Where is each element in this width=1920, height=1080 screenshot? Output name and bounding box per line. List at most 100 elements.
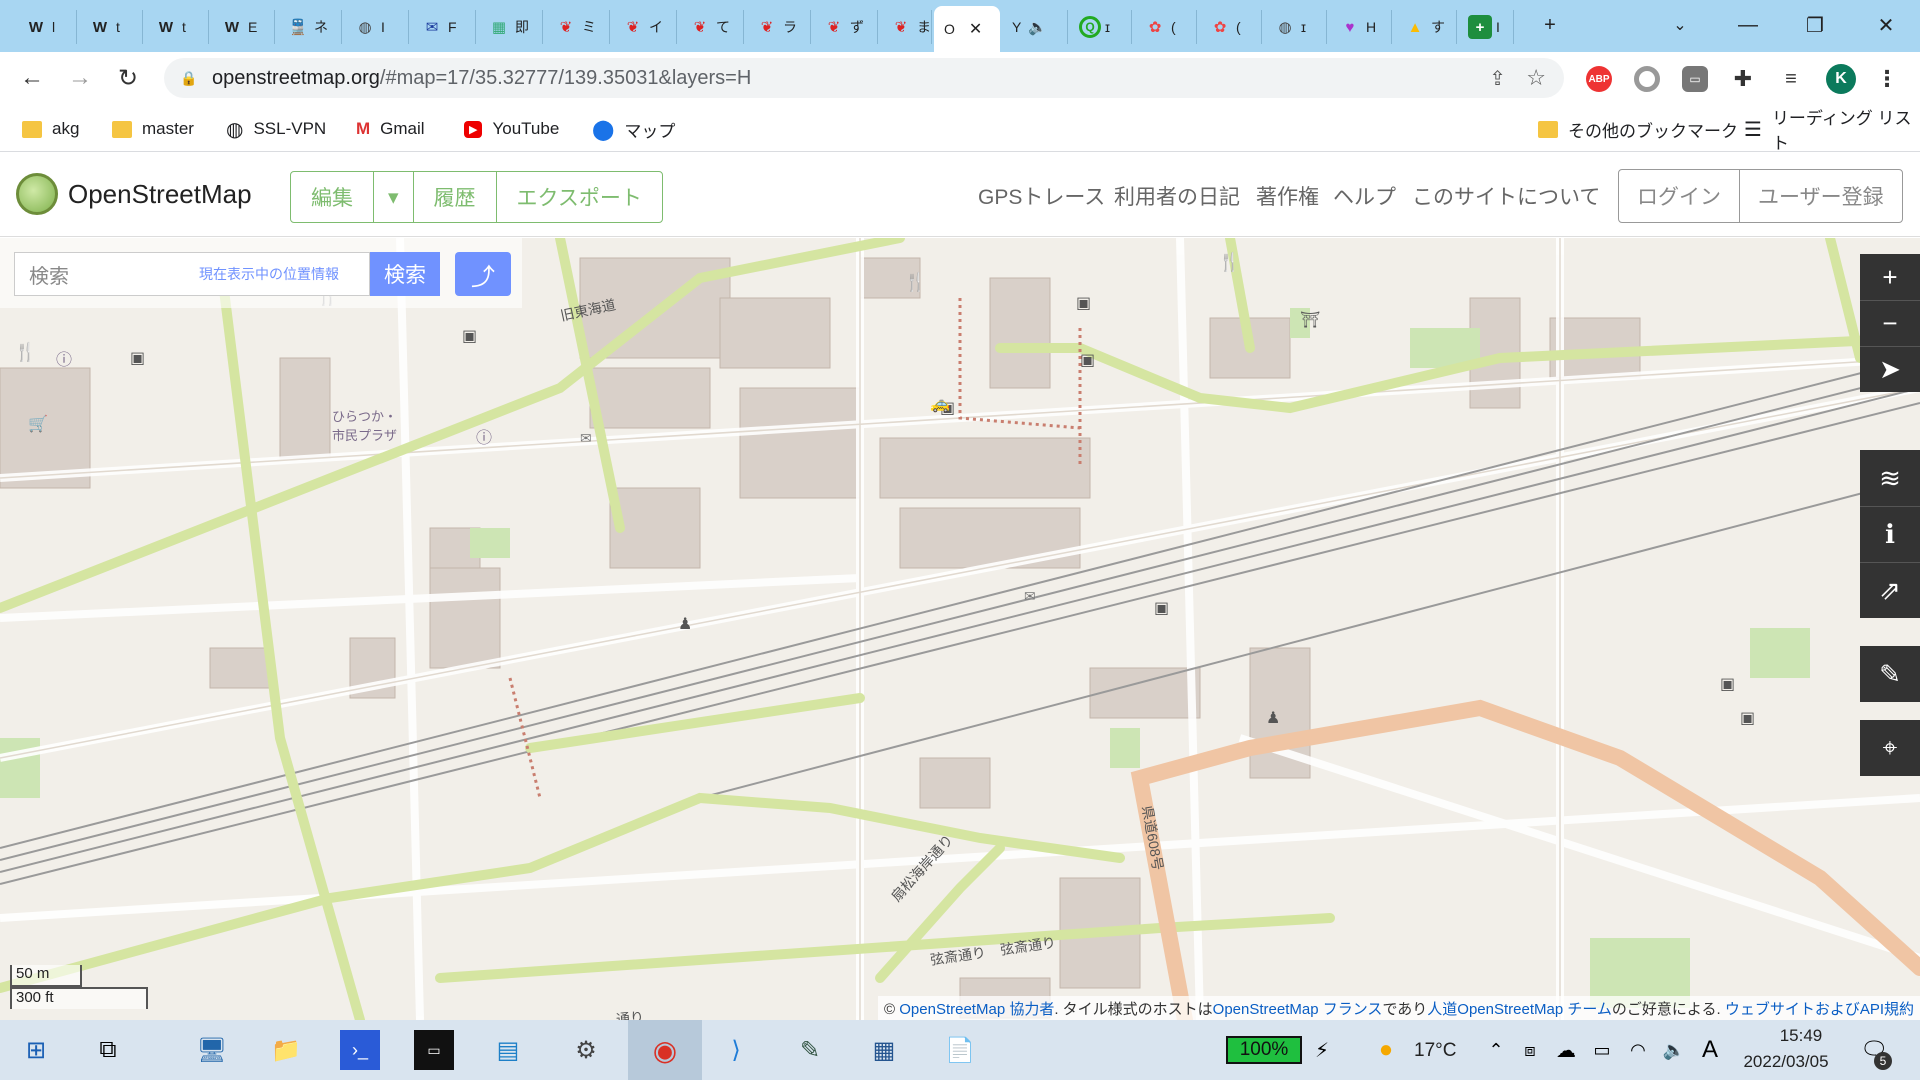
tab-red-6[interactable]: ❦ ま [879,10,932,44]
ime-indicator[interactable]: A [1690,1030,1730,1070]
task-view-icon[interactable]: ⧉ [88,1030,128,1070]
tab-wikipedia-1[interactable]: Wl [14,10,77,44]
share-icon[interactable]: ⇪ [1489,66,1506,91]
menu-kebab-icon[interactable]: ⋮ [1874,66,1900,92]
bookmark-master[interactable]: master [112,116,194,142]
hot-osm-link[interactable]: 人道OpenStreetMap チーム [1427,1001,1612,1018]
tab-q[interactable]: Qɪ [1069,10,1132,44]
map-key-button[interactable]: ℹ [1860,506,1920,562]
tab-red-2[interactable]: ❦ イ [611,10,677,44]
reading-list[interactable]: ☰ リーディング リスト [1744,109,1920,153]
signup-button[interactable]: ユーザー登録 [1740,170,1902,222]
search-input[interactable]: 検索 現在表示中の位置情報 [14,252,370,296]
profile-avatar[interactable]: K [1826,64,1856,94]
chat-extension-icon[interactable]: ▭ [1682,66,1708,92]
tab-sheets[interactable]: + I [1458,10,1514,44]
export-button[interactable]: エクスポート [497,172,662,222]
forward-button[interactable]: → [64,62,96,94]
tab-photos-1[interactable]: ✿( [1133,10,1197,44]
tab-heart[interactable]: ♥ H [1328,10,1392,44]
bus-stop-icon[interactable]: ▣ [1076,293,1091,313]
login-button[interactable]: ログイン [1619,170,1740,222]
share-button[interactable]: ⇗ [1860,562,1920,618]
info-icon[interactable]: ⓘ [476,424,492,448]
osm-contributors-link[interactable]: OpenStreetMap 協力者 [899,1001,1054,1018]
powershell-icon[interactable]: ›_ [340,1030,380,1070]
bookmark-star-icon[interactable]: ☆ [1526,65,1546,91]
close-tab-icon[interactable]: ✕ [969,19,982,39]
tab-drive[interactable]: ▲ す [1393,10,1457,44]
start-button[interactable]: ⊞ [16,1030,56,1070]
about-link[interactable]: このサイトについて [1412,181,1600,211]
tab-wikipedia-2[interactable]: Wt [78,10,143,44]
edit-dropdown-button[interactable]: ▾ [374,172,414,222]
battery-indicator[interactable]: 100% [1226,1036,1302,1064]
bus-stop-icon[interactable]: ▣ [1154,598,1169,618]
zoom-out-button[interactable]: − [1860,300,1920,346]
tab-red-3[interactable]: ❦ て [678,10,744,44]
wifi-icon[interactable]: ◠ [1618,1030,1658,1070]
battery-icon[interactable]: ▭ [1582,1030,1622,1070]
bus-stop-icon[interactable]: ▣ [1740,708,1755,728]
tab-wikipedia-3[interactable]: Wt [144,10,209,44]
tab-red-5[interactable]: ❦ ず [812,10,878,44]
clock-time[interactable]: 15:49 [1756,1026,1846,1046]
control-panel-icon[interactable]: ▤ [488,1030,528,1070]
tab-f[interactable]: ✉ F [410,10,476,44]
add-note-button[interactable]: ✎ [1860,646,1920,702]
paint-icon[interactable]: ✎ [790,1030,830,1070]
query-features-button[interactable]: ⌖ [1860,720,1920,776]
bus-stop-icon[interactable]: ▣ [1720,674,1735,694]
zoom-in-button[interactable]: + [1860,254,1920,300]
hardware-icon[interactable]: ⚙ [566,1030,606,1070]
webcam-icon[interactable]: ⧈ [1510,1030,1550,1070]
bus-stop-icon[interactable]: ▣ [1080,350,1095,370]
other-bookmarks[interactable]: その他のブックマーク [1538,116,1738,142]
tab-image[interactable]: ▦ 即 [477,10,543,44]
tab-search-button[interactable]: ⌄ [1660,10,1700,40]
minimize-button[interactable]: — [1728,10,1768,40]
tab-youtube[interactable]: Y 🔈 [1002,10,1068,44]
chrome-taskbar-button[interactable]: ◉ [628,1020,702,1080]
bookmark-youtube[interactable]: ▶ YouTube [464,116,559,142]
info-icon[interactable]: ⓘ [56,346,72,370]
osm-logo[interactable]: OpenStreetMap [16,173,252,215]
help-link[interactable]: ヘルプ [1333,181,1396,211]
tab-red-1[interactable]: ❦ ミ [544,10,610,44]
directions-button[interactable]: ⤴ [455,252,511,296]
puzzle-icon[interactable]: ✚ [1730,66,1756,92]
tab-photos-2[interactable]: ✿( [1198,10,1262,44]
new-tab-button[interactable]: + [1530,10,1570,40]
media-control-icon[interactable]: ≡ [1778,66,1804,92]
bus-stop-icon[interactable]: ▣ [462,326,477,346]
notepad-icon[interactable]: 📄 [940,1030,980,1070]
bookmark-akg[interactable]: akg [22,116,79,142]
tab-red-4[interactable]: ❦ ラ [745,10,811,44]
bookmark-ssl-vpn[interactable]: ◍ SSL-VPN [226,116,326,142]
copyright-link[interactable]: 著作権 [1256,181,1319,211]
temperature[interactable]: 17°C [1414,1040,1456,1062]
gps-traces-link[interactable]: GPSトレース [978,181,1105,211]
terminal-icon[interactable]: ▭ [414,1030,454,1070]
bus-stop-icon[interactable]: ▣ [130,348,145,368]
terms-link[interactable]: ウェブサイトおよびAPI規約 [1725,1001,1914,1018]
volume-icon[interactable]: 🔈 [1654,1030,1694,1070]
bookmark-gmail[interactable]: M Gmail [356,116,425,142]
weather-sun-icon[interactable]: ● [1366,1030,1406,1070]
edit-button[interactable]: 編集 [291,172,374,222]
vscode-icon[interactable]: ⟩ [716,1030,756,1070]
adblock-icon[interactable]: ABP [1586,66,1612,92]
history-button[interactable]: 履歴 [414,172,497,222]
map-canvas[interactable]: 旧東海道 ひらつか・市民プラザ 県道608号 扇松海岸通り 弦斎通り 弦斎通り … [0,238,1920,1020]
close-window-button[interactable]: ✕ [1866,10,1906,40]
tab-globe[interactable]: ◍ I [343,10,409,44]
bookmark-maps[interactable]: ⬤ マップ [592,116,675,142]
file-explorer-icon[interactable]: 📁 [266,1030,306,1070]
osm-france-link[interactable]: OpenStreetMap フランス [1213,1001,1383,1018]
locate-button[interactable]: ➤ [1860,346,1920,392]
restore-button[interactable]: ❐ [1795,10,1835,40]
diaries-link[interactable]: 利用者の日記 [1114,181,1240,211]
tab-wikipedia-4[interactable]: WE [210,10,275,44]
back-button[interactable]: ← [16,62,48,94]
address-bar[interactable]: 🔒 openstreetmap.org/#map=17/35.32777/139… [164,58,1564,98]
